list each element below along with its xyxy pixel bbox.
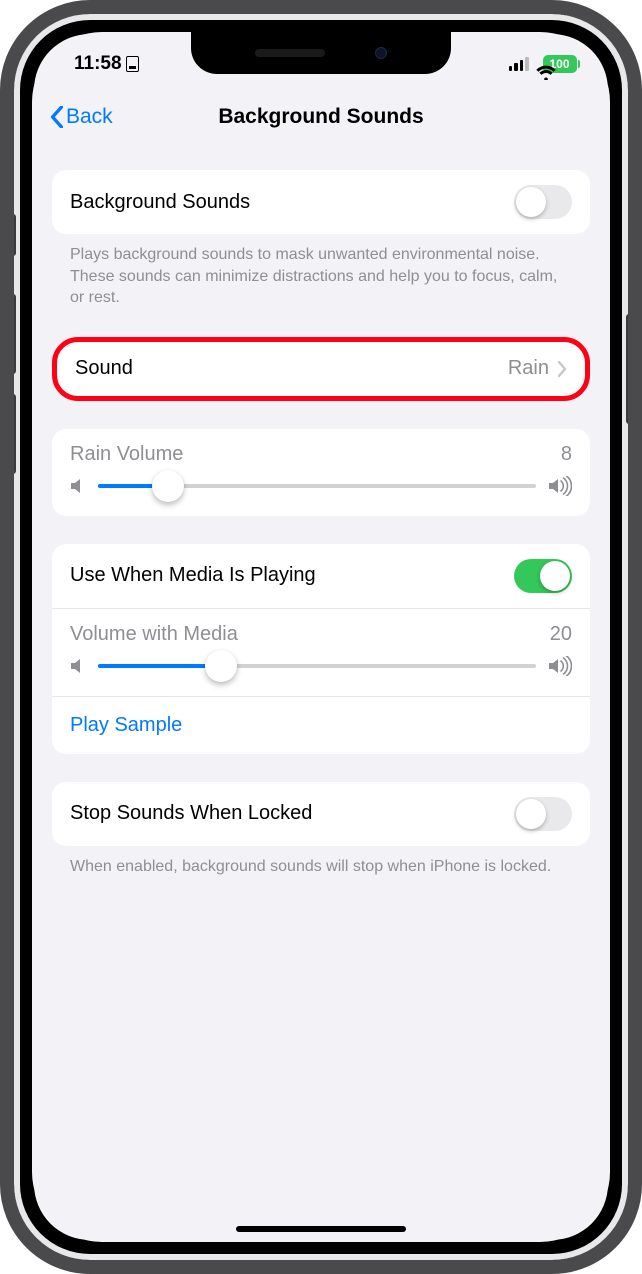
notch — [191, 32, 451, 74]
status-right: 100 — [509, 55, 581, 73]
volume-with-media-row[interactable]: Volume with Media 20 — [52, 608, 590, 696]
sound-row[interactable]: Sound Rain — [57, 342, 585, 396]
play-sample-button[interactable]: Play Sample — [52, 696, 590, 754]
settings-content[interactable]: Background Sounds Plays background sound… — [32, 144, 610, 1242]
chevron-left-icon — [50, 106, 64, 128]
use-when-media-toggle[interactable] — [514, 559, 572, 593]
row-label: Use When Media Is Playing — [70, 564, 514, 587]
slider-thumb[interactable] — [205, 650, 237, 682]
volume-up-button — [10, 294, 16, 374]
home-indicator[interactable] — [236, 1226, 406, 1232]
volume-high-icon — [548, 656, 572, 676]
speaker-grille — [255, 49, 325, 57]
screen: 11:58 100 Back Background Sounds Backgro… — [32, 32, 610, 1242]
back-button[interactable]: Back — [50, 105, 113, 129]
rain-volume-slider[interactable] — [98, 484, 536, 488]
row-label: Sound — [75, 357, 508, 380]
slider-value: 20 — [550, 623, 572, 646]
volume-low-icon — [70, 657, 86, 675]
front-camera — [375, 47, 387, 59]
slider-thumb[interactable] — [152, 470, 184, 502]
sound-group-highlighted: Sound Rain — [52, 337, 590, 401]
stop-sounds-footer: When enabled, background sounds will sto… — [52, 846, 590, 878]
volume-high-icon — [548, 476, 572, 496]
cellular-signal-icon — [509, 57, 529, 71]
slider-label: Volume with Media — [70, 623, 238, 646]
sound-value: Rain — [508, 357, 549, 380]
background-sounds-toggle[interactable] — [514, 185, 572, 219]
rain-volume-row[interactable]: Rain Volume 8 — [52, 429, 590, 516]
status-left: 11:58 — [74, 53, 139, 75]
background-sounds-group: Background Sounds — [52, 170, 590, 234]
clock: 11:58 — [74, 53, 122, 75]
stop-sounds-toggle[interactable] — [514, 797, 572, 831]
rain-volume-group: Rain Volume 8 — [52, 429, 590, 516]
use-when-media-row[interactable]: Use When Media Is Playing — [52, 544, 590, 608]
page-title: Background Sounds — [218, 105, 423, 129]
media-volume-slider[interactable] — [98, 664, 536, 668]
play-sample-label: Play Sample — [70, 714, 182, 737]
mute-switch — [10, 214, 16, 256]
iphone-device-frame: 11:58 100 Back Background Sounds Backgro… — [0, 0, 642, 1274]
slider-value: 8 — [561, 443, 572, 466]
volume-low-icon — [70, 477, 86, 495]
row-label: Stop Sounds When Locked — [70, 802, 514, 825]
volume-down-button — [10, 394, 16, 474]
background-sounds-footer: Plays background sounds to mask unwanted… — [52, 234, 590, 309]
navigation-bar: Back Background Sounds — [32, 90, 610, 144]
background-sounds-row[interactable]: Background Sounds — [52, 170, 590, 234]
stop-sounds-row[interactable]: Stop Sounds When Locked — [52, 782, 590, 846]
stop-sounds-group: Stop Sounds When Locked — [52, 782, 590, 846]
back-label: Back — [66, 105, 113, 129]
chevron-right-icon — [557, 361, 567, 377]
portrait-lock-icon — [126, 56, 139, 72]
row-label: Background Sounds — [70, 191, 514, 214]
slider-label: Rain Volume — [70, 443, 183, 466]
side-button — [626, 314, 632, 424]
media-group: Use When Media Is Playing Volume with Me… — [52, 544, 590, 754]
